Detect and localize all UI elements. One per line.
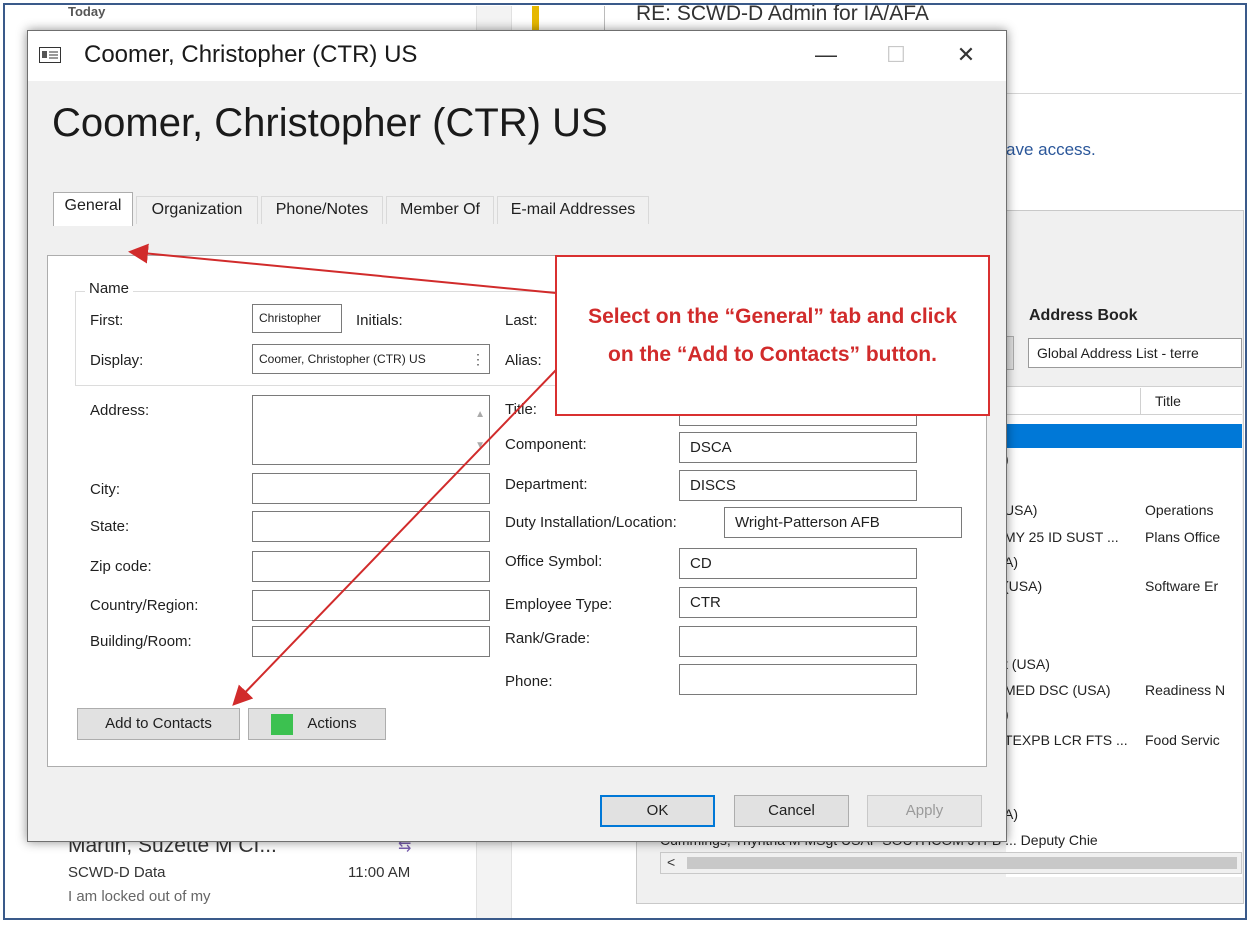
tab-general[interactable]: General	[53, 192, 133, 226]
screenshot-border	[3, 3, 1247, 920]
